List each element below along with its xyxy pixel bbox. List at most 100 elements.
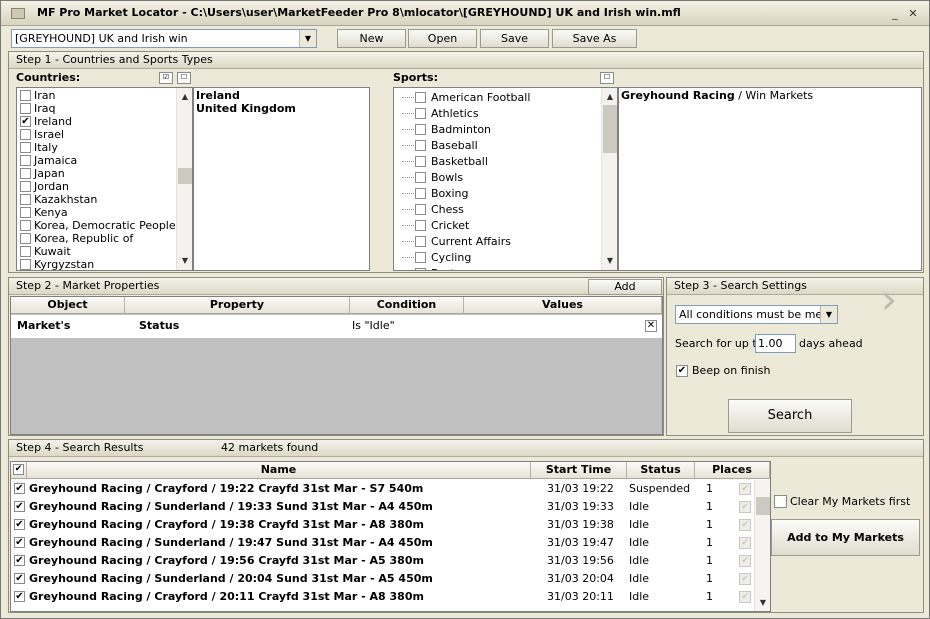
result-checkbox[interactable]: ✔ [14,483,25,494]
column-header-condition[interactable]: Condition [350,297,464,314]
chevron-down-icon[interactable]: ▼ [299,30,316,47]
days-input[interactable]: 1.00 [755,334,796,353]
sport-checkbox[interactable] [415,172,426,183]
sport-item[interactable]: Bowls [394,170,599,185]
sport-checkbox[interactable] [415,108,426,119]
uncheck-all-icon[interactable]: ☐ [177,72,191,84]
column-header-places[interactable]: Places [695,462,770,479]
country-item[interactable]: Korea, Republic of [17,232,177,245]
table-row[interactable]: Market's Status Is "Idle" ✕ [11,315,662,338]
selected-country[interactable]: United Kingdom [196,102,296,115]
result-checkbox[interactable]: ✔ [14,519,25,530]
country-item[interactable]: Kuwait [17,245,177,258]
country-checkbox[interactable] [20,90,31,101]
sport-item[interactable]: American Football [394,90,599,105]
delete-icon[interactable]: ✕ [645,320,657,332]
sport-item[interactable]: Cycling [394,250,599,265]
result-checkbox[interactable]: ✔ [14,537,25,548]
country-item[interactable]: Italy [17,141,177,154]
scroll-down-icon[interactable]: ▼ [755,596,770,610]
sport-item[interactable]: Boxing [394,186,599,201]
minimize-button[interactable]: _ [888,7,902,21]
column-header-status[interactable]: Status [627,462,695,479]
select-all-checkbox[interactable]: ✔ [13,464,24,475]
table-row[interactable]: ✔ Greyhound Racing / Crayford / 19:38 Cra… [11,516,754,534]
country-checkbox[interactable]: ✔ [20,116,31,127]
sport-item[interactable]: Cricket [394,218,599,233]
column-header-values[interactable]: Values [464,297,662,314]
country-item[interactable]: Kazakhstan [17,193,177,206]
country-checkbox[interactable] [20,259,31,270]
country-item[interactable]: Israel [17,128,177,141]
scroll-up-icon[interactable]: ▲ [602,90,617,104]
table-row[interactable]: ✔ Greyhound Racing / Sunderland / 20:04 S… [11,570,754,588]
conditions-select[interactable]: All conditions must be met ▼ [675,305,838,324]
results-scrollbar[interactable]: ▼ [754,480,770,611]
country-checkbox[interactable] [20,142,31,153]
country-checkbox[interactable] [20,194,31,205]
sport-item[interactable]: Athletics [394,106,599,121]
search-button[interactable]: Search [728,399,852,433]
new-button[interactable]: New [337,29,406,48]
countries-scrollbar[interactable]: ▲ ▼ [176,88,192,270]
chevron-down-icon[interactable]: ▼ [820,306,837,323]
table-row[interactable]: ✔ Greyhound Racing / Crayford / 20:11 Cra… [11,588,754,606]
country-item[interactable]: Korea, Democratic People's Re [17,219,192,232]
country-checkbox[interactable] [20,246,31,257]
table-row[interactable]: ✔ Greyhound Racing / Sunderland / 19:33 S… [11,498,754,516]
scroll-down-icon[interactable]: ▼ [177,254,192,268]
table-row[interactable]: ✔ Greyhound Racing / Crayford / 19:56 Cra… [11,552,754,570]
column-header-property[interactable]: Property [125,297,350,314]
add-property-button[interactable]: Add [588,279,662,295]
country-item[interactable]: ✔ Ireland [17,115,177,128]
sport-checkbox[interactable] [415,188,426,199]
table-row[interactable]: ✔ Greyhound Racing / Sunderland / 19:47 S… [11,534,754,552]
sport-checkbox[interactable] [415,252,426,263]
scroll-thumb[interactable] [603,105,617,153]
select-all-header[interactable]: ✔ [11,462,27,479]
country-item[interactable]: Iraq [17,102,177,115]
country-checkbox[interactable] [20,155,31,166]
sport-checkbox[interactable] [415,124,426,135]
sport-item[interactable]: Badminton [394,122,599,137]
result-checkbox[interactable]: ✔ [14,555,25,566]
open-button[interactable]: Open [408,29,477,48]
country-checkbox[interactable] [20,168,31,179]
sport-checkbox[interactable] [415,204,426,215]
sport-checkbox[interactable] [415,236,426,247]
country-checkbox[interactable] [20,207,31,218]
sport-checkbox[interactable] [415,220,426,231]
sport-item[interactable]: Chess [394,202,599,217]
chevron-right-icon[interactable]: › [881,280,897,320]
check-all-icon[interactable]: ☐ [600,72,614,84]
close-button[interactable]: ✕ [906,7,920,21]
sport-checkbox[interactable] [415,140,426,151]
sport-item[interactable]: Darts [394,266,599,270]
selected-country[interactable]: Ireland [196,89,240,102]
save-as-button[interactable]: Save As [552,29,637,48]
sports-scrollbar[interactable]: ▲ ▼ [601,88,617,270]
country-item[interactable]: Japan [17,167,177,180]
result-checkbox[interactable]: ✔ [14,591,25,602]
country-item[interactable]: Kyrgyzstan [17,258,177,270]
scroll-up-icon[interactable]: ▲ [177,90,192,104]
result-checkbox[interactable]: ✔ [14,573,25,584]
result-checkbox[interactable]: ✔ [14,501,25,512]
country-item[interactable]: Jordan [17,180,177,193]
save-button[interactable]: Save [480,29,549,48]
country-checkbox[interactable] [20,103,31,114]
scroll-down-icon[interactable]: ▼ [602,254,617,268]
column-header-object[interactable]: Object [11,297,125,314]
country-item[interactable]: Jamaica [17,154,177,167]
clear-my-markets-checkbox[interactable] [774,495,787,508]
country-checkbox[interactable] [20,233,31,244]
sport-item[interactable]: Basketball [394,154,599,169]
country-checkbox[interactable] [20,129,31,140]
sport-checkbox[interactable] [415,92,426,103]
beep-checkbox[interactable]: ✔ [676,365,688,377]
sport-item[interactable]: Current Affairs [394,234,599,249]
column-header-name[interactable]: Name [27,462,531,479]
check-all-icon[interactable]: ☑ [159,72,173,84]
country-item[interactable]: Kenya [17,206,177,219]
selected-sport-item[interactable]: Greyhound Racing / Win Markets [621,89,813,102]
